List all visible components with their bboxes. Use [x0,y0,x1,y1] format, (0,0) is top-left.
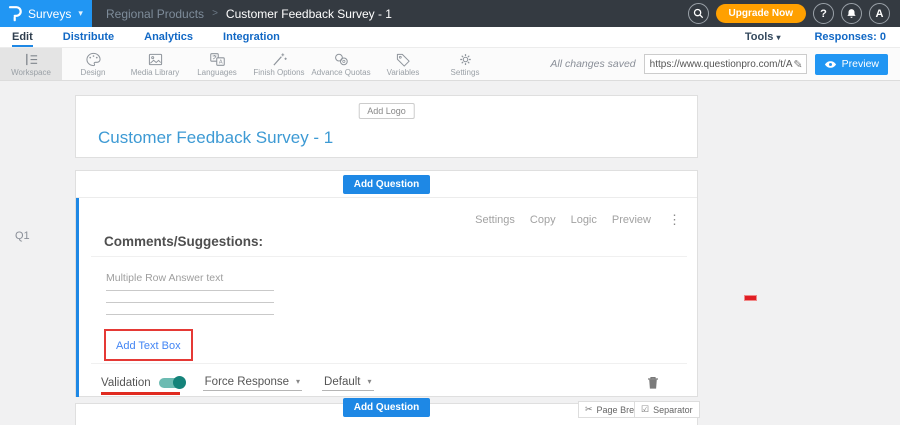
toolbar-item-languages[interactable]: A Languages [186,48,248,80]
tab-analytics[interactable]: Analytics [144,27,193,47]
translate-icon: A [209,52,226,67]
question-logic-link[interactable]: Logic [571,214,597,226]
question-card: Add Question Settings Copy Logic Preview… [75,170,698,397]
chevron-down-icon: ▾ [296,377,300,386]
question-copy-link[interactable]: Copy [530,214,556,226]
survey-workspace: Q1 Add Logo Customer Feedback Survey - 1… [0,81,900,425]
breadcrumb-parent[interactable]: Regional Products [106,7,204,21]
workspace-icon [23,52,40,67]
surveys-menu[interactable]: Surveys ▾ [0,0,92,27]
top-bar: Surveys ▾ Regional Products > Customer F… [0,0,900,27]
question-block: Settings Copy Logic Preview ⋮ Comments/S… [76,197,697,397]
avatar-initial: A [876,8,884,20]
search-button[interactable] [688,3,709,24]
tab-integration[interactable]: Integration [223,27,280,47]
trash-icon [647,376,659,390]
add-logo-button[interactable]: Add Logo [358,103,415,119]
quota-links-icon [333,52,350,67]
answer-line[interactable] [106,290,274,291]
breadcrumb: Regional Products > Customer Feedback Su… [106,7,392,21]
red-annotation-underline [101,392,180,395]
toggle-knob [173,376,186,389]
question-preview-link[interactable]: Preview [612,214,651,226]
question-text[interactable]: Comments/Suggestions: [104,234,263,249]
divider [91,256,687,257]
divider [91,363,687,364]
add-question-button-bottom[interactable]: Add Question [343,398,431,417]
breadcrumb-current: Customer Feedback Survey - 1 [226,7,392,21]
toolbar-item-finish-options[interactable]: Finish Options [248,48,310,80]
validation-label: Validation [101,377,151,389]
add-text-box-highlight: Add Text Box [104,329,193,361]
product-label: Surveys [28,7,71,21]
scissors-icon: ✂ [585,404,593,415]
questionpro-logo-icon [8,5,22,22]
svg-text:A: A [218,59,222,65]
force-response-dropdown[interactable]: Force Response ▾ [203,376,302,391]
toolbar-item-advance-quotas[interactable]: Advance Quotas [310,48,372,80]
separator-button[interactable]: ☑ Separator [634,401,700,418]
eye-icon [824,60,837,69]
survey-url-box: ✎ [644,54,807,74]
question-active-bar [76,198,79,397]
tag-icon [395,52,412,67]
chevron-down-icon: ▾ [367,377,371,386]
add-text-box-link[interactable]: Add Text Box [116,340,181,352]
nav-row: Edit Distribute Analytics Integration To… [0,27,900,48]
responses-count[interactable]: Responses: 0 [814,31,886,43]
question-number-label: Q1 [15,230,30,242]
chevron-down-icon: ▾ [78,8,83,19]
question-footer-row: Validation Force Response ▾ Default ▾ [101,371,681,395]
question-settings-link[interactable]: Settings [475,214,515,226]
delete-question-button[interactable] [647,376,659,390]
survey-header-card: Add Logo Customer Feedback Survey - 1 [75,95,698,158]
add-question-button-top[interactable]: Add Question [343,175,431,194]
add-question-strip: Add Question [76,171,697,197]
breadcrumb-separator: > [212,8,218,19]
question-mark-icon: ? [820,8,827,20]
workspace-toolbar: Workspace Design Media Library A Languag… [0,48,900,81]
gear-icon [457,52,474,67]
notifications-button[interactable] [841,3,862,24]
pencil-icon[interactable]: ✎ [793,58,802,71]
toolbar-item-design[interactable]: Design [62,48,124,80]
toolbar-item-variables[interactable]: Variables [372,48,434,80]
search-icon [693,8,704,19]
bell-icon [846,8,857,19]
toolbar-item-settings[interactable]: Settings [434,48,496,80]
save-status: All changes saved [550,58,635,70]
preview-button[interactable]: Preview [815,54,888,75]
validation-toggle[interactable] [159,378,185,388]
survey-url-input[interactable] [650,59,794,70]
question-actions: Settings Copy Logic Preview ⋮ [475,212,681,228]
avatar[interactable]: A [869,3,890,24]
help-button[interactable]: ? [813,3,834,24]
chevron-down-icon: ▾ [776,33,780,42]
magic-wand-icon [271,52,288,67]
tab-edit[interactable]: Edit [12,27,33,47]
more-options-icon[interactable]: ⋮ [668,212,681,228]
answer-line[interactable] [106,314,274,315]
tools-menu[interactable]: Tools ▾ [745,31,781,43]
default-dropdown[interactable]: Default ▾ [322,376,373,391]
toolbar-item-media-library[interactable]: Media Library [124,48,186,80]
answer-placeholder[interactable]: Multiple Row Answer text [106,272,223,284]
answer-line[interactable] [106,302,274,303]
image-icon [147,52,164,67]
checkbox-icon: ☑ [641,404,649,415]
upgrade-now-button[interactable]: Upgrade Now [716,4,806,23]
red-annotation-dash [744,295,757,301]
palette-icon [85,52,102,67]
tab-distribute[interactable]: Distribute [63,27,114,47]
toolbar-item-workspace[interactable]: Workspace [0,48,62,80]
survey-title[interactable]: Customer Feedback Survey - 1 [98,128,333,148]
